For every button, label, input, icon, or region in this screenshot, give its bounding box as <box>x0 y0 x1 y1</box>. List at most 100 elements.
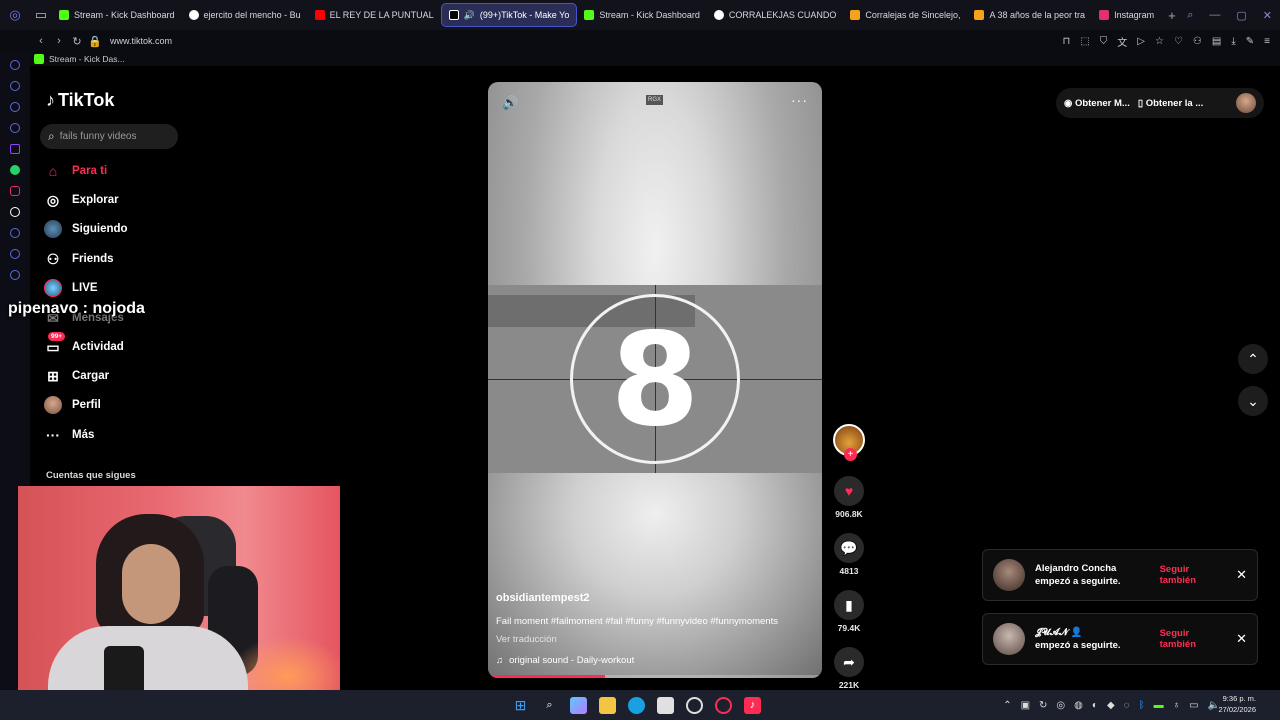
video-author[interactable]: obsidiantempest2 <box>496 592 590 604</box>
sidebar-item-cargar[interactable]: ⊞ Cargar <box>44 367 109 385</box>
close-icon[interactable]: ✕ <box>1236 631 1247 647</box>
tab-38-anos[interactable]: A 38 años de la peor tra <box>967 3 1092 27</box>
store-icon[interactable] <box>657 696 674 714</box>
share-button[interactable]: ➦ <box>834 647 864 677</box>
download-icon[interactable]: ⤓ <box>1231 36 1235 47</box>
workspaces-icon[interactable]: ▭ <box>30 0 52 30</box>
close-icon[interactable]: ✕ <box>1236 567 1247 583</box>
bluetooth-icon[interactable]: ᛒ <box>1139 700 1145 711</box>
sidebar-item-friends[interactable]: ⚇ Friends <box>44 250 114 268</box>
notification-avatar[interactable] <box>993 559 1025 591</box>
shield-icon[interactable]: ⛉ <box>1100 36 1108 47</box>
tab-ejercito[interactable]: ejercito del mencho - Bu <box>182 3 308 27</box>
follow-plus-icon[interactable]: + <box>844 448 857 461</box>
tab-kick-dashboard[interactable]: Stream - Kick Dashboard <box>52 3 182 27</box>
sidebar-item-live[interactable]: LIVE <box>44 279 98 297</box>
get-app-button[interactable]: ▯ Obtener la ... <box>1138 98 1203 109</box>
comment-button[interactable]: 💬 <box>834 533 864 563</box>
previous-video-button[interactable]: ⌃ <box>1238 344 1268 374</box>
clock[interactable]: 9:36 p. m. 27/02/2026 <box>1218 694 1256 716</box>
tab-instagram[interactable]: Instagram <box>1092 3 1161 27</box>
twitch-icon[interactable] <box>10 144 20 154</box>
tray-app-icon[interactable]: ◌ <box>1124 700 1130 711</box>
copilot-icon[interactable] <box>570 696 587 714</box>
pin-icon[interactable]: ⊓ <box>1063 36 1071 47</box>
sidebar-app-icon[interactable] <box>10 249 20 259</box>
tray-app-icon[interactable]: ◎ <box>1056 700 1065 711</box>
bookmark-icon[interactable]: ☆ <box>1155 36 1164 47</box>
save-button[interactable]: ▮ <box>834 590 864 620</box>
file-explorer-icon[interactable] <box>599 696 616 714</box>
new-tab-button[interactable]: + <box>1161 3 1183 27</box>
microphone-icon[interactable]: ♁ <box>1173 700 1181 711</box>
follow-back-button[interactable]: Seguir también <box>1160 564 1227 586</box>
steam-icon[interactable]: ◐ <box>1092 700 1098 711</box>
forward-icon[interactable]: › <box>50 35 68 47</box>
sidebar-app-icon[interactable] <box>10 270 20 280</box>
ai-icon[interactable]: ✎ <box>1246 36 1254 47</box>
sidebar-item-mas[interactable]: ··· Más <box>44 426 94 444</box>
close-window-icon[interactable]: ✕ <box>1263 9 1272 22</box>
sidebar-item-siguiendo[interactable]: Siguiendo <box>44 220 128 238</box>
menu-icon[interactable]: ≡ <box>1264 36 1270 47</box>
next-video-button[interactable]: ⌄ <box>1238 386 1268 416</box>
instagram-icon[interactable] <box>10 186 20 196</box>
tray-app-icon[interactable]: ▣ <box>1021 700 1030 711</box>
url-field[interactable]: www.tiktok.com <box>110 36 172 46</box>
sidebar-item-actividad[interactable]: ▭ 99+ Actividad <box>44 332 124 356</box>
video-player[interactable]: 8 🔊 RGX ··· obsidiantempest2 Fail moment… <box>488 82 822 678</box>
creator-avatar[interactable]: + <box>833 424 865 461</box>
search-tabs-icon[interactable]: ⌕ <box>1187 9 1193 22</box>
browser-menu-icon[interactable]: ◎ <box>0 0 30 30</box>
tray-app-icon[interactable]: ◍ <box>1074 700 1083 711</box>
search-icon[interactable]: ⌕ <box>541 697 558 714</box>
tab-corralejas-sincelejo[interactable]: Corralejas de Sincelejo, <box>843 3 967 27</box>
video-progress-bar[interactable] <box>488 675 822 678</box>
more-options-icon[interactable]: ··· <box>791 92 808 108</box>
tray-app-icon[interactable]: ↻ <box>1039 700 1047 711</box>
bookmark-kick[interactable]: Stream - Kick Das... <box>49 54 125 64</box>
back-icon[interactable]: ‹ <box>32 35 50 47</box>
tab-corralekjas[interactable]: CORRALEKJAS CUANDO <box>707 3 844 27</box>
user-icon[interactable]: ⚇ <box>1193 36 1202 47</box>
notification-avatar[interactable] <box>993 623 1025 655</box>
sidebar-app-icon[interactable] <box>10 102 20 112</box>
translate-link[interactable]: Ver traducción <box>496 634 557 645</box>
tab-youtube[interactable]: EL REY DE LA PUNTUAL <box>308 3 441 27</box>
minimize-icon[interactable]: — <box>1209 9 1220 21</box>
sidebar-item-perfil[interactable]: Perfil <box>44 396 101 414</box>
network-icon[interactable]: ▭ <box>1189 700 1198 711</box>
sidebar-app-icon[interactable] <box>10 81 20 91</box>
tray-app-icon[interactable]: ◆ <box>1107 700 1115 711</box>
tiktok-icon[interactable] <box>10 207 20 217</box>
play-icon[interactable]: ▷ <box>1137 36 1145 47</box>
translate-icon[interactable]: 文 <box>1117 34 1127 49</box>
maximize-icon[interactable]: ▢ <box>1236 9 1246 22</box>
sidebar-app-icon[interactable] <box>10 228 20 238</box>
opera-icon[interactable] <box>715 696 732 714</box>
follow-back-button[interactable]: Seguir también <box>1160 628 1227 650</box>
wallet-icon[interactable]: ▤ <box>1212 36 1221 47</box>
volume-icon[interactable]: 🔊 <box>502 95 518 111</box>
user-avatar[interactable] <box>1236 93 1256 113</box>
whatsapp-icon[interactable] <box>10 165 20 175</box>
reload-icon[interactable]: ↻ <box>68 35 86 48</box>
sidebar-item-explorar[interactable]: ◎ Explorar <box>44 191 119 209</box>
chrome-icon[interactable] <box>686 696 703 714</box>
windows-start-icon[interactable]: ⊞ <box>512 697 529 714</box>
tray-chevron-icon[interactable]: ⌃ <box>1003 700 1011 711</box>
get-coins-button[interactable]: ◉ Obtener M... <box>1064 98 1130 109</box>
sound-link[interactable]: ♫ original sound - Daily-workout <box>496 655 634 666</box>
edge-icon[interactable] <box>628 696 645 714</box>
screenshot-icon[interactable]: ⬚ <box>1080 36 1089 47</box>
search-input[interactable]: ⌕ fails funny videos <box>40 124 178 149</box>
sidebar-item-para-ti[interactable]: ⌂ Para ti <box>44 162 107 180</box>
tab-kick-dashboard-2[interactable]: Stream - Kick Dashboard <box>577 3 707 27</box>
sidebar-app-icon[interactable] <box>10 123 20 133</box>
like-button[interactable]: ♥ <box>834 476 864 506</box>
tiktok-logo[interactable]: ♪ TikTok <box>46 90 114 111</box>
heart-icon[interactable]: ♡ <box>1174 36 1183 47</box>
tray-app-icon[interactable]: ▬ <box>1154 700 1164 711</box>
tiktok-app-icon[interactable]: ♪ <box>744 696 761 714</box>
sidebar-app-icon[interactable] <box>10 60 20 70</box>
